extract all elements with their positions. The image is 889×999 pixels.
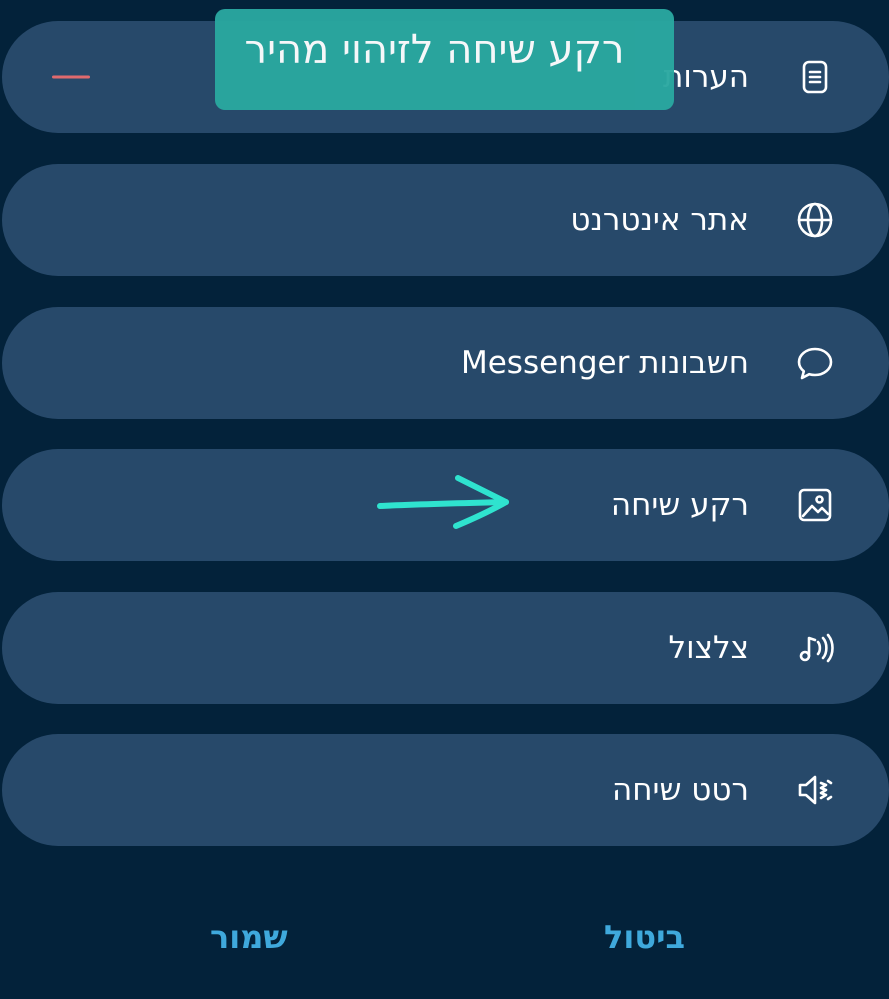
remove-field-button[interactable]: [52, 75, 90, 79]
field-label-ringtone: צלצול: [668, 630, 749, 666]
hint-tooltip-text: רקע שיחה לזיהוי מהיר: [244, 27, 625, 73]
field-row-ringtone[interactable]: צלצול: [2, 592, 889, 704]
notes-icon: [795, 57, 835, 97]
field-label-website: אתר אינטרנט: [570, 202, 749, 238]
cancel-button[interactable]: ביטול: [604, 918, 685, 956]
hint-tooltip: רקע שיחה לזיהוי מהיר: [215, 9, 674, 110]
field-label-vibration: רטט שיחה: [612, 772, 749, 808]
field-label-call-background: רקע שיחה: [610, 487, 749, 523]
field-row-vibration[interactable]: רטט שיחה: [2, 734, 889, 846]
field-label-notes: הערות: [663, 59, 749, 95]
image-icon: [795, 485, 835, 525]
field-label-messenger: חשבונות Messenger: [460, 345, 749, 381]
ringtone-icon: [795, 628, 835, 668]
field-row-website[interactable]: אתר אינטרנט: [2, 164, 889, 276]
chat-bubble-icon: [795, 343, 835, 383]
contact-edit-screen: הערות אתר אינטרנט חשבונות Messenger רקע …: [0, 0, 889, 999]
globe-icon: [795, 200, 835, 240]
vibration-off-icon: [795, 770, 835, 810]
annotation-arrow-icon: [377, 475, 509, 529]
save-button[interactable]: שמור: [210, 918, 288, 956]
field-row-messenger[interactable]: חשבונות Messenger: [2, 307, 889, 419]
